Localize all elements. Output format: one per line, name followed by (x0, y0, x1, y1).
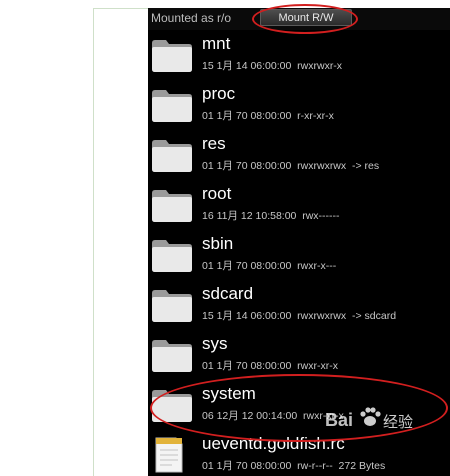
mount-rw-button[interactable]: Mount R/W (260, 9, 352, 26)
file-name: sbin (202, 234, 234, 253)
mount-toolbar: Mounted as r/o Mount R/W (148, 8, 450, 30)
list-item[interactable]: root 16 11月 12 10:58:00 rwx------ (148, 180, 450, 230)
text-file-icon (155, 437, 183, 473)
file-meta: 16 11月 12 10:58:00 rwx------ (202, 210, 340, 222)
watermark-brand: Bai (325, 410, 354, 430)
folder-icon (152, 90, 192, 122)
file-meta: 15 1月 14 06:00:00 rwxrwxrwx -> sdcard (202, 310, 397, 322)
file-meta: 01 1月 70 08:00:00 rw-r--r-- 272 Bytes (202, 460, 386, 472)
file-meta: 01 1月 70 08:00:00 r-xr-xr-x (202, 110, 334, 122)
list-item[interactable]: sbin 01 1月 70 08:00:00 rwxr-x--- (148, 230, 450, 280)
list-item[interactable]: res 01 1月 70 08:00:00 rwxrwxrwx -> res (148, 130, 450, 180)
watermark-text: 经验 (383, 414, 414, 431)
folder-icon (152, 340, 192, 372)
file-name: system (202, 384, 256, 403)
file-name: res (202, 134, 226, 153)
file-name: sys (202, 334, 228, 353)
file-meta: 15 1月 14 06:00:00 rwxrwxr-x (202, 60, 343, 72)
folder-icon (152, 140, 192, 172)
file-name: sdcard (202, 284, 254, 303)
file-name: mnt (202, 34, 231, 53)
file-name: proc (202, 84, 236, 103)
file-meta: 01 1月 70 08:00:00 rwxrwxrwx -> res (202, 160, 380, 172)
folder-icon (152, 240, 192, 272)
folder-icon (152, 390, 192, 422)
file-name: root (202, 184, 232, 203)
folder-icon (152, 40, 192, 72)
baidu-watermark: Bai 经验 (305, 404, 445, 438)
list-item[interactable]: sdcard 15 1月 14 06:00:00 rwxrwxrwx -> sd… (148, 280, 450, 330)
paw-icon (360, 407, 381, 426)
list-item[interactable]: mnt 15 1月 14 06:00:00 rwxrwxr-x (148, 30, 450, 80)
folder-icon (152, 190, 192, 222)
mount-status-text: Mounted as r/o (151, 11, 232, 25)
folder-icon (152, 290, 192, 322)
list-item[interactable]: sys 01 1月 70 08:00:00 rwxr-xr-x (148, 330, 450, 380)
file-meta: 01 1月 70 08:00:00 rwxr-xr-x (202, 360, 338, 372)
file-meta: 01 1月 70 08:00:00 rwxr-x--- (202, 260, 337, 272)
list-item[interactable]: proc 01 1月 70 08:00:00 r-xr-xr-x (148, 80, 450, 130)
